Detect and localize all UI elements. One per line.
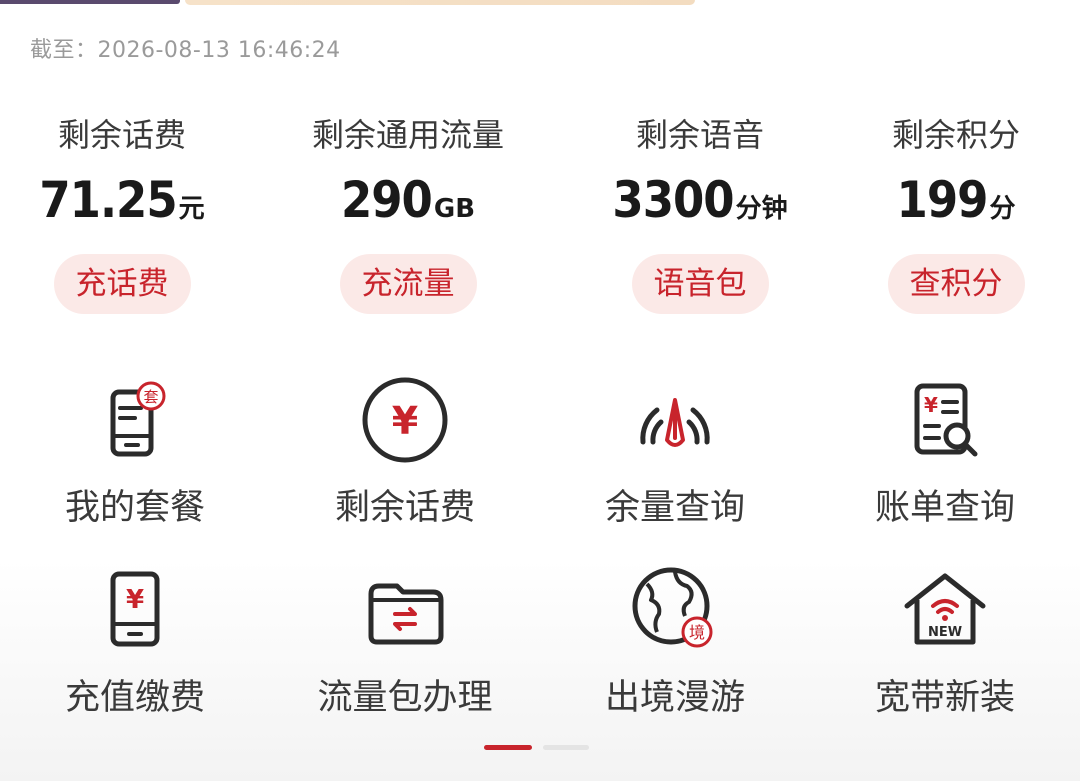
service-roaming[interactable]: 境 出境漫游	[540, 562, 810, 722]
yuan-circle-icon: ¥	[355, 372, 455, 472]
service-label: 我的套餐	[64, 488, 205, 528]
update-timestamp: 截至：2026-08-13 16:46:24	[30, 38, 341, 63]
svg-text:¥: ¥	[392, 399, 418, 443]
stat-value: 290GB	[278, 168, 538, 232]
stat-value: 199分	[826, 168, 1080, 232]
recharge-data-button[interactable]: 充流量	[339, 254, 477, 314]
service-label: 流量包办理	[317, 678, 493, 718]
bill-search-icon: ¥	[895, 372, 995, 472]
service-label: 出境漫游	[604, 678, 745, 718]
plan-phone-icon: 套	[85, 372, 185, 472]
service-label: 充值缴费	[64, 678, 205, 718]
stat-unit: GB	[433, 194, 476, 224]
service-bill-query[interactable]: ¥ 账单查询	[810, 372, 1080, 532]
service-label: 余量查询	[604, 488, 745, 528]
svg-text:¥: ¥	[126, 585, 144, 615]
stat-points[interactable]: 剩余积分 199分 查积分	[826, 110, 1080, 314]
check-points-button[interactable]: 查积分	[887, 254, 1025, 314]
service-usage-query[interactable]: 余量查询	[540, 372, 810, 532]
stat-number: 290	[340, 171, 433, 229]
voice-pack-button[interactable]: 语音包	[631, 254, 769, 314]
stat-label: 剩余积分	[891, 116, 1020, 154]
stat-number: 71.25	[39, 171, 177, 229]
plan-badge: 套	[143, 388, 158, 406]
stat-value: 3300分钟	[570, 168, 830, 232]
globe-roaming-icon: 境	[625, 562, 725, 662]
service-remaining-balance[interactable]: ¥ 剩余话费	[270, 372, 540, 532]
service-broadband-install[interactable]: NEW 宽带新装	[810, 562, 1080, 722]
roaming-badge: 境	[689, 623, 705, 642]
data-folder-icon	[355, 562, 455, 662]
new-badge: NEW	[928, 625, 962, 640]
service-recharge[interactable]: ¥ 充值缴费	[0, 562, 270, 722]
service-label: 账单查询	[874, 488, 1015, 528]
stat-unit: 元	[178, 194, 205, 224]
stat-voice[interactable]: 剩余语音 3300分钟 语音包	[570, 110, 830, 314]
stat-number: 199	[896, 171, 989, 229]
service-label: 宽带新装	[874, 678, 1015, 718]
broadband-house-icon: NEW	[895, 562, 995, 662]
page-indicator-active[interactable]	[484, 745, 532, 750]
stat-balance[interactable]: 剩余话费 71.25元 充话费	[0, 110, 252, 314]
stat-unit: 分	[989, 194, 1016, 224]
stat-label: 剩余语音	[635, 116, 764, 154]
page-indicator-idle[interactable]	[543, 745, 589, 750]
page-indicator	[0, 745, 1080, 751]
top-banner[interactable]	[185, 0, 695, 5]
balance-stats: 剩余话费 71.25元 充话费 剩余通用流量 290GB 充流量 剩余语音 33…	[0, 110, 1080, 330]
stat-label: 剩余话费	[57, 116, 186, 154]
stat-data[interactable]: 剩余通用流量 290GB 充流量	[278, 110, 538, 314]
stat-unit: 分钟	[735, 194, 788, 224]
recharge-balance-button[interactable]: 充话费	[53, 254, 191, 314]
stat-number: 3300	[612, 171, 734, 229]
service-data-pack[interactable]: 流量包办理	[270, 562, 540, 722]
stat-label: 剩余通用流量	[311, 116, 504, 154]
recharge-phone-icon: ¥	[85, 562, 185, 662]
home-page: 截至：2026-08-13 16:46:24 剩余话费 71.25元 充话费 剩…	[0, 0, 1080, 781]
svg-text:¥: ¥	[924, 393, 938, 417]
service-label: 剩余话费	[334, 488, 475, 528]
top-banner-edge	[0, 0, 180, 4]
gauge-icon	[625, 372, 725, 472]
service-my-plan[interactable]: 套 我的套餐	[0, 372, 270, 532]
stat-value: 71.25元	[0, 168, 252, 232]
